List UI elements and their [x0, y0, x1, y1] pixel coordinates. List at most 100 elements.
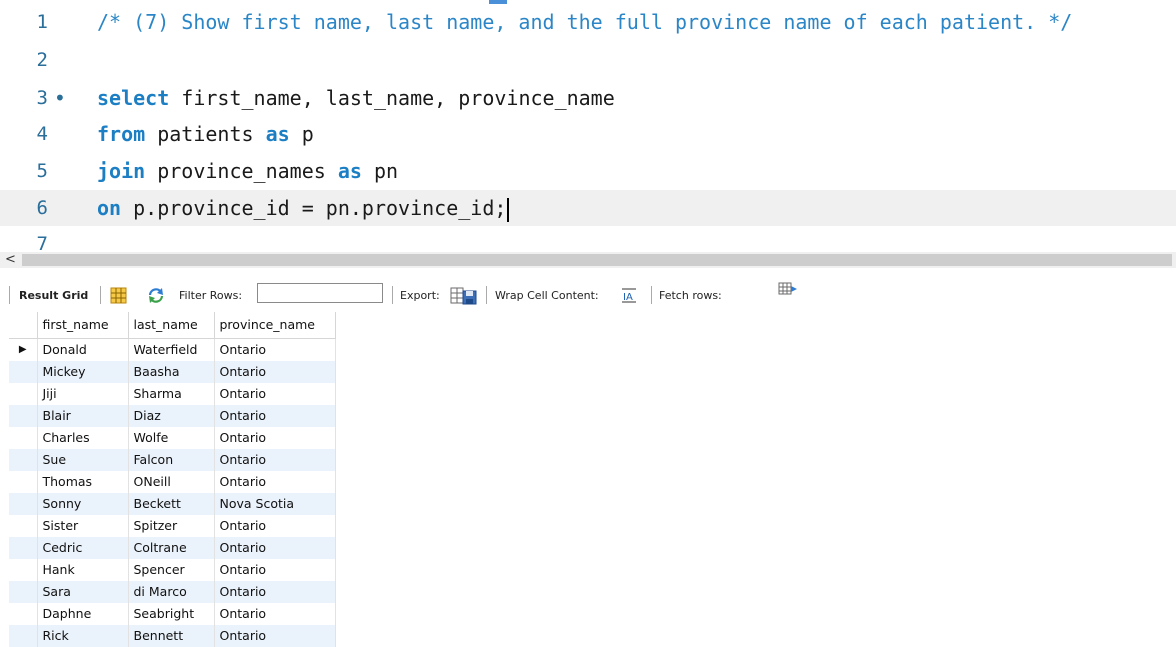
cell-first-name[interactable]: Cedric	[37, 536, 129, 559]
cell-first-name[interactable]: Sue	[37, 448, 129, 471]
editor-line-5[interactable]: 5 join province_names as pn	[0, 153, 1176, 189]
cell-first-name[interactable]: Charles	[37, 426, 129, 449]
grid-view-icon[interactable]	[110, 287, 127, 307]
cell-province-name[interactable]: Ontario	[214, 448, 336, 471]
cell-last-name[interactable]: Bennett	[128, 624, 215, 647]
cell-first-name[interactable]: Jiji	[37, 382, 129, 405]
cell-first-name[interactable]: Donald	[37, 338, 129, 361]
cell-first-name[interactable]: Hank	[37, 558, 129, 581]
cell-last-name[interactable]: Coltrane	[128, 536, 215, 559]
row-indicator[interactable]	[9, 404, 38, 427]
cell-province-name[interactable]: Ontario	[214, 470, 336, 493]
row-indicator[interactable]	[9, 558, 38, 581]
toolbar-separator	[651, 286, 652, 304]
code-fragment: province_names	[145, 159, 338, 183]
cell-first-name[interactable]: Sister	[37, 514, 129, 537]
row-indicator[interactable]	[9, 360, 38, 383]
row-indicator[interactable]	[9, 624, 38, 647]
row-indicator[interactable]	[9, 492, 38, 515]
row-indicator[interactable]	[9, 514, 38, 537]
cell-last-name[interactable]: Falcon	[128, 448, 215, 471]
row-indicator[interactable]	[9, 448, 38, 471]
row-indicator[interactable]	[9, 580, 38, 603]
table-row[interactable]: Sue Falcon Ontario	[9, 448, 336, 471]
cell-last-name[interactable]: Wolfe	[128, 426, 215, 449]
result-grid[interactable]: first_name last_name province_name ▶ Dona…	[9, 312, 336, 647]
column-header-province-name[interactable]: province_name	[214, 312, 336, 339]
filter-rows-input[interactable]	[257, 283, 383, 303]
editor-line-6[interactable]: 6 on p.province_id = pn.province_id;	[0, 190, 1176, 226]
editor-line-2[interactable]: 2	[0, 42, 1176, 78]
table-row[interactable]: Sister Spitzer Ontario	[9, 514, 336, 537]
horizontal-scrollbar[interactable]: <	[0, 252, 1176, 268]
editor-line-4[interactable]: 4 from patients as p	[0, 116, 1176, 152]
cell-province-name[interactable]: Ontario	[214, 536, 336, 559]
editor-line-1[interactable]: 1 /* (7) Show first name, last name, and…	[0, 4, 1176, 40]
refresh-icon[interactable]	[147, 287, 165, 307]
cell-province-name[interactable]: Ontario	[214, 580, 336, 603]
cell-province-name[interactable]: Ontario	[214, 602, 336, 625]
table-row[interactable]: Sonny Beckett Nova Scotia	[9, 492, 336, 515]
cell-last-name[interactable]: Beckett	[128, 492, 215, 515]
table-row[interactable]: Jiji Sharma Ontario	[9, 382, 336, 405]
cell-last-name[interactable]: Spencer	[128, 558, 215, 581]
column-header-first-name[interactable]: first_name	[37, 312, 129, 339]
code-text: from patients as p	[97, 116, 314, 152]
table-row[interactable]: ▶ Donald Waterfield Ontario	[9, 338, 336, 361]
table-row[interactable]: Rick Bennett Ontario	[9, 624, 336, 647]
row-indicator[interactable]	[9, 426, 38, 449]
cell-first-name[interactable]: Thomas	[37, 470, 129, 493]
cell-last-name[interactable]: Baasha	[128, 360, 215, 383]
table-row[interactable]: Cedric Coltrane Ontario	[9, 536, 336, 559]
cell-province-name[interactable]: Ontario	[214, 558, 336, 581]
wrap-text-icon[interactable]: IA	[620, 288, 638, 306]
scroll-left-icon[interactable]: <	[5, 251, 16, 269]
fetch-rows-icon[interactable]	[778, 282, 798, 300]
editor-line-3[interactable]: 3 • select first_name, last_name, provin…	[0, 80, 1176, 116]
cell-first-name[interactable]: Mickey	[37, 360, 129, 383]
cell-province-name[interactable]: Ontario	[214, 404, 336, 427]
cell-last-name[interactable]: ONeill	[128, 470, 215, 493]
line-number: 5	[36, 160, 48, 182]
cell-province-name[interactable]: Nova Scotia	[214, 492, 336, 515]
cell-first-name[interactable]: Rick	[37, 624, 129, 647]
row-indicator[interactable]	[9, 382, 38, 405]
table-row[interactable]: Sara di Marco Ontario	[9, 580, 336, 603]
cell-province-name[interactable]: Ontario	[214, 514, 336, 537]
table-row[interactable]: Charles Wolfe Ontario	[9, 426, 336, 449]
line-number: 7	[36, 233, 48, 252]
cell-last-name[interactable]: di Marco	[128, 580, 215, 603]
table-row[interactable]: Daphne Seabright Ontario	[9, 602, 336, 625]
cell-first-name[interactable]: Blair	[37, 404, 129, 427]
scrollbar-thumb[interactable]	[22, 254, 1172, 266]
row-indicator[interactable]	[9, 536, 38, 559]
result-grid-tab[interactable]: Result Grid	[19, 289, 88, 303]
cell-province-name[interactable]: Ontario	[214, 426, 336, 449]
cell-province-name[interactable]: Ontario	[214, 338, 336, 361]
table-row[interactable]: Thomas ONeill Ontario	[9, 470, 336, 493]
column-header-last-name[interactable]: last_name	[128, 312, 215, 339]
row-indicator[interactable]	[9, 470, 38, 493]
current-row-indicator-icon[interactable]: ▶	[9, 338, 38, 361]
row-indicator[interactable]	[9, 602, 38, 625]
export-icon[interactable]	[450, 286, 478, 309]
sql-editor[interactable]: 1 /* (7) Show first name, last name, and…	[0, 0, 1176, 252]
table-row[interactable]: Hank Spencer Ontario	[9, 558, 336, 581]
table-row[interactable]: Mickey Baasha Ontario	[9, 360, 336, 383]
editor-line-7[interactable]: 7	[0, 226, 1176, 252]
cell-province-name[interactable]: Ontario	[214, 360, 336, 383]
cell-first-name[interactable]: Sonny	[37, 492, 129, 515]
cell-last-name[interactable]: Spitzer	[128, 514, 215, 537]
cell-first-name[interactable]: Sara	[37, 580, 129, 603]
cell-province-name[interactable]: Ontario	[214, 382, 336, 405]
cell-first-name[interactable]: Daphne	[37, 602, 129, 625]
text-caret	[507, 197, 510, 222]
wrap-cell-content-label: Wrap Cell Content:	[495, 289, 599, 302]
cell-last-name[interactable]: Sharma	[128, 382, 215, 405]
cell-last-name[interactable]: Waterfield	[128, 338, 215, 361]
grid-header-row: first_name last_name province_name	[9, 312, 336, 339]
cell-province-name[interactable]: Ontario	[214, 624, 336, 647]
cell-last-name[interactable]: Seabright	[128, 602, 215, 625]
cell-last-name[interactable]: Diaz	[128, 404, 215, 427]
table-row[interactable]: Blair Diaz Ontario	[9, 404, 336, 427]
